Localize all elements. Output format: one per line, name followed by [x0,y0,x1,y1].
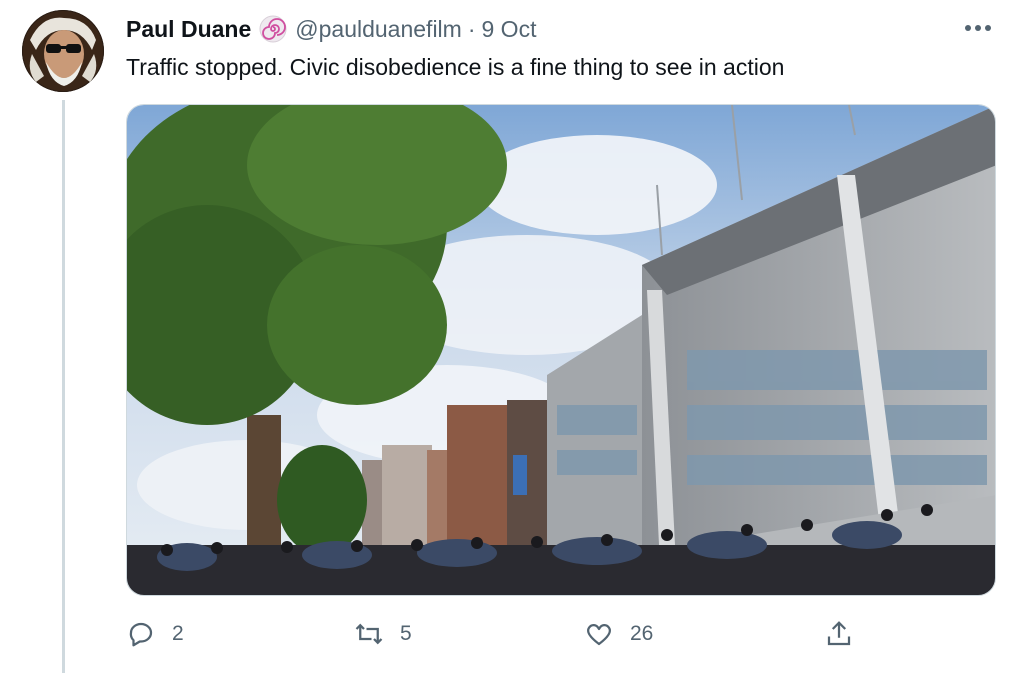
share-icon [827,621,851,646]
more-dots-icon [965,25,991,31]
retweet-button[interactable]: 5 [354,616,412,652]
tweet-text: Traffic stopped. Civic disobedience is a… [126,54,785,80]
spiral-badge-icon [259,15,287,43]
author-name[interactable]: Paul Duane [126,16,251,43]
header-separator: · [467,15,476,42]
tweet-header: Paul Duane @paulduanefilm · 9 Oct [126,14,1004,44]
avatar[interactable] [22,10,104,92]
reply-count: 2 [172,622,184,645]
more-options-button[interactable] [962,14,994,42]
retweet-count: 5 [400,622,412,645]
tweet-timestamp[interactable]: 9 Oct [482,16,537,43]
reply-icon [129,622,153,647]
like-count: 26 [630,622,654,645]
photo-crowd-outside-building [127,105,995,595]
author-handle[interactable]: @paulduanefilm [295,16,462,43]
like-button[interactable]: 26 [584,616,653,652]
share-button[interactable] [824,616,854,652]
tweet-photo[interactable] [126,104,996,596]
retweet-icon [355,623,383,645]
thread-connector-line [62,100,65,673]
avatar-image [22,10,104,92]
heart-icon [586,623,612,646]
reply-button[interactable]: 2 [126,616,184,652]
tweet-actions-bar: 2 5 26 [126,616,866,652]
